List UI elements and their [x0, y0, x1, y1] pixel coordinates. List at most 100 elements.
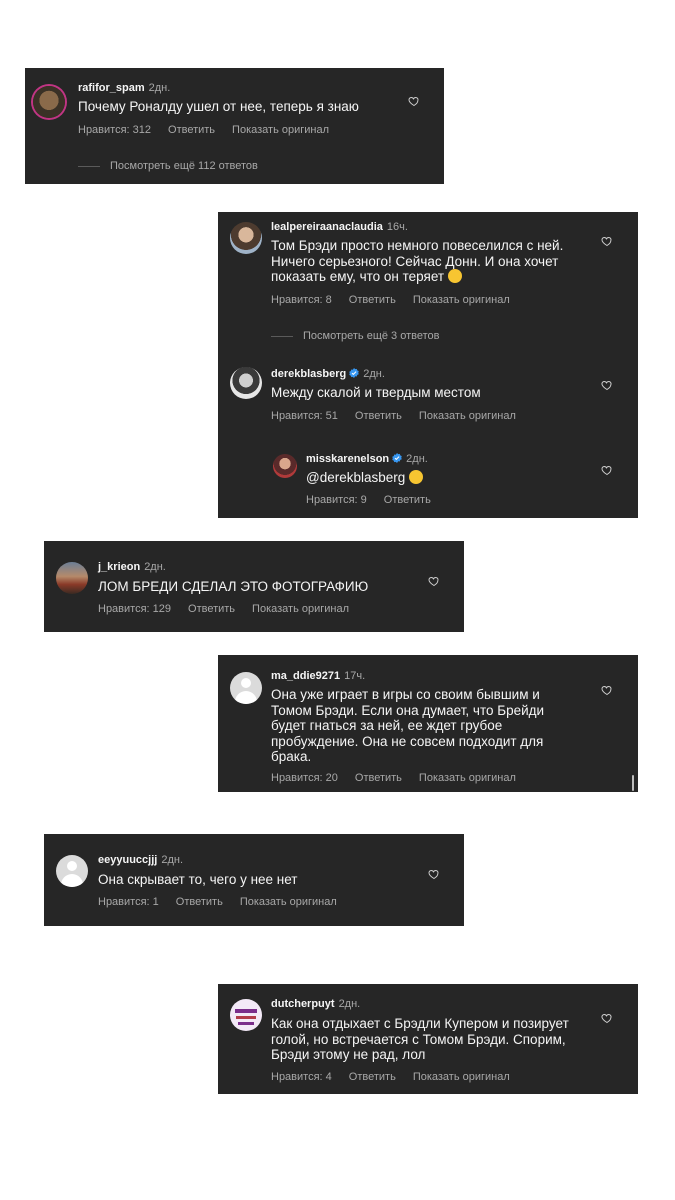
comment-card-6: dutcherpuyt 2дн. Как она отдыхает с Брэдл… [218, 984, 638, 1094]
avatar-placeholder-body [61, 874, 83, 887]
show-original-button[interactable]: Показать оригинал [240, 896, 337, 908]
comment-text: Она скрывает то, чего у нее нет [98, 872, 298, 887]
reply-button[interactable]: Ответить [176, 896, 223, 908]
username[interactable]: lealpereiraanaclaudia [271, 221, 383, 233]
likes-count[interactable]: Нравится: 129 [98, 603, 171, 615]
heart-icon[interactable] [428, 575, 440, 587]
scrollbar-thumb[interactable] [632, 775, 634, 791]
laughing-emoji-icon [409, 470, 424, 484]
reply-button[interactable]: Ответить [188, 603, 235, 615]
comment-text-line: Томом Брэди. Если она думает, что Брейди [271, 702, 545, 718]
reply-button[interactable]: Ответить [355, 410, 402, 422]
view-more-label: Посмотреть ещё 112 ответов [110, 160, 258, 172]
verified-badge-icon [392, 453, 402, 463]
comment-actions: Нравится: 312 Ответить Показать оригинал [78, 124, 346, 136]
avatar-graphic [236, 1016, 256, 1019]
reply-text: Между скалой и твердым местом [271, 385, 481, 400]
comment-actions: Нравится: 20 Ответить Показать оригинал [271, 772, 533, 784]
heart-icon[interactable] [601, 464, 613, 476]
avatar[interactable] [56, 855, 88, 887]
heart-icon[interactable] [601, 1012, 613, 1024]
show-original-button[interactable]: Показать оригинал [413, 294, 510, 306]
reply-button[interactable]: Ответить [349, 1071, 396, 1083]
heart-icon[interactable] [428, 868, 440, 880]
view-more-replies[interactable]: Посмотреть ещё 112 ответов [78, 160, 258, 172]
comment-text-line: показать ему, что он теряет [271, 269, 445, 284]
avatar[interactable] [33, 86, 65, 118]
avatar[interactable] [230, 222, 262, 254]
timestamp: 16ч. [386, 221, 408, 233]
reply-button[interactable]: Ответить [349, 294, 396, 306]
show-original-button[interactable]: Показать оригинал [419, 410, 516, 422]
comment-text-line: Брэди этому не рад, лол [271, 1047, 426, 1062]
username[interactable]: ma_ddie9271 [271, 670, 340, 682]
timestamp: 17ч. [344, 670, 366, 682]
avatar[interactable] [56, 562, 88, 594]
avatar[interactable] [230, 999, 262, 1031]
username[interactable]: j_krieon [98, 561, 140, 573]
comment-text: Том Брэди просто немного повеселился с н… [271, 238, 601, 285]
comment-header: rafifor_spam 2дн. [78, 82, 170, 94]
comment-header: eeyyuuccjjj 2дн. [98, 854, 183, 866]
verified-badge-icon [349, 368, 359, 378]
avatar[interactable] [230, 367, 262, 399]
mention[interactable]: @derekblasberg [306, 470, 405, 485]
comment-actions: Нравится: 8 Ответить Показать оригинал [271, 294, 527, 306]
timestamp: 2дн. [363, 368, 385, 380]
view-more-label: Посмотреть ещё 3 ответов [303, 330, 440, 342]
comment-text-line: голой, но встречается с Томом Брэди. Спо… [271, 1031, 566, 1047]
reply-header: misskarenelson 2дн. [306, 453, 428, 465]
likes-count[interactable]: Нравится: 51 [271, 410, 338, 422]
avatar-graphic [238, 1022, 254, 1025]
comment-text-line: Том Брэди просто немного повеселился с н… [271, 238, 564, 253]
comment-header: lealpereiraanaclaudia 16ч. [271, 221, 408, 233]
comment-text: Почему Роналду ушел от нее, теперь я зна… [78, 99, 359, 114]
show-original-button[interactable]: Показать оригинал [252, 603, 349, 615]
username[interactable]: dutcherpuyt [271, 998, 335, 1010]
comment-text-line: брака. [271, 749, 312, 764]
heart-icon[interactable] [601, 379, 613, 391]
username[interactable]: rafifor_spam [78, 82, 145, 94]
avatar-placeholder-head [241, 678, 251, 688]
view-more-replies[interactable]: Посмотреть ещё 3 ответов [271, 330, 439, 342]
heart-icon[interactable] [601, 235, 613, 247]
laughing-emoji-icon [447, 269, 462, 283]
timestamp: 2дн. [161, 854, 183, 866]
comment-text-line: пробуждение. Она не совсем подходит для [271, 733, 544, 749]
comment-card-4: ma_ddie9271 17ч. Она уже играет в игры со… [218, 655, 638, 792]
avatar[interactable] [273, 454, 297, 478]
comment-text-line: Как она отдыхает с Брэдли Купером и пози… [271, 1016, 569, 1031]
likes-count[interactable]: Нравится: 20 [271, 772, 338, 784]
comment-text-line: будет гнаться за ней, ее ждет грубое [271, 718, 503, 733]
likes-count[interactable]: Нравится: 9 [306, 494, 367, 506]
username[interactable]: misskarenelson [306, 453, 389, 465]
likes-count[interactable]: Нравится: 1 [98, 896, 159, 908]
reply-actions: Нравится: 51 Ответить Показать оригинал [271, 410, 533, 422]
comment-card-2: lealpereiraanaclaudia 16ч. Том Брэди прос… [218, 212, 638, 518]
likes-count[interactable]: Нравится: 8 [271, 294, 332, 306]
username[interactable]: eeyyuuccjjj [98, 854, 157, 866]
comment-text: Как она отдыхает с Брэдли Купером и пози… [271, 1016, 611, 1063]
avatar-graphic [235, 1009, 257, 1013]
comment-header: dutcherpuyt 2дн. [271, 998, 360, 1010]
avatar-placeholder-head [67, 861, 77, 871]
reply-button[interactable]: Ответить [168, 124, 215, 136]
show-original-button[interactable]: Показать оригинал [413, 1071, 510, 1083]
comment-actions: Нравится: 1 Ответить Показать оригинал [98, 896, 354, 908]
username[interactable]: derekblasberg [271, 368, 346, 380]
avatar[interactable] [230, 672, 262, 704]
heart-icon[interactable] [408, 95, 420, 107]
comment-text: ЛОМ БРЕДИ СДЕЛАЛ ЭТО ФОТОГРАФИЮ [98, 579, 369, 594]
timestamp: 2дн. [148, 82, 171, 94]
comment-card-3: j_krieon 2дн. ЛОМ БРЕДИ СДЕЛАЛ ЭТО ФОТОГР… [44, 541, 464, 632]
reply-button[interactable]: Ответить [384, 494, 431, 506]
reply-button[interactable]: Ответить [355, 772, 402, 784]
show-original-button[interactable]: Показать оригинал [232, 124, 329, 136]
reply-header: derekblasberg 2дн. [271, 368, 385, 380]
show-original-button[interactable]: Показать оригинал [419, 772, 516, 784]
comment-text-line: Она уже играет в игры со своим бывшим и [271, 687, 540, 702]
likes-count[interactable]: Нравится: 312 [78, 124, 151, 136]
timestamp: 2дн. [338, 998, 361, 1010]
likes-count[interactable]: Нравится: 4 [271, 1071, 332, 1083]
heart-icon[interactable] [601, 684, 613, 696]
